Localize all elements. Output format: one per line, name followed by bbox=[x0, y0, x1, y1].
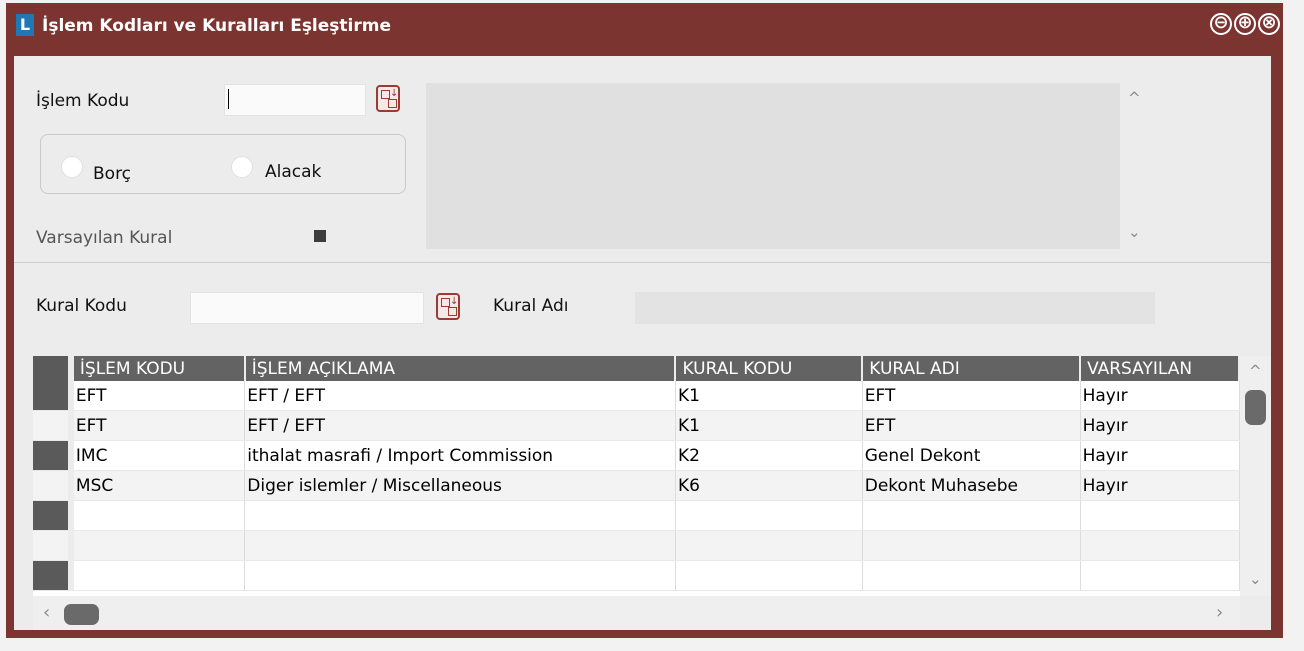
column-header[interactable]: VARSAYILAN bbox=[1080, 356, 1240, 381]
kural-kodu-label: Kural Kodu bbox=[36, 296, 127, 316]
app-logo-icon: L bbox=[16, 14, 34, 36]
data-grid[interactable]: İŞLEM KODU İŞLEM AÇIKLAMA KURAL KODU KUR… bbox=[33, 356, 1240, 596]
kural-adi-label: Kural Adı bbox=[493, 296, 569, 316]
table-cell[interactable]: EFT bbox=[862, 381, 1081, 411]
grid-horizontal-scrollbar[interactable]: ‹ › bbox=[33, 596, 1240, 630]
row-indicator[interactable] bbox=[33, 440, 74, 471]
scroll-up-icon[interactable]: ^ bbox=[1128, 89, 1141, 107]
table-cell[interactable] bbox=[70, 500, 246, 531]
dialog-window: L İşlem Kodları ve Kuralları Eşleştirme … bbox=[6, 3, 1283, 638]
aciklama-memo[interactable] bbox=[426, 83, 1120, 249]
table-cell[interactable] bbox=[862, 530, 1081, 561]
islem-kodu-label: İşlem Kodu bbox=[36, 91, 130, 111]
table-cell[interactable] bbox=[70, 530, 246, 561]
table-cell[interactable] bbox=[675, 560, 863, 591]
table-cell[interactable] bbox=[862, 560, 1081, 591]
table-cell[interactable] bbox=[1080, 500, 1240, 531]
islem-kodu-lookup-button[interactable]: ↓ bbox=[376, 85, 400, 112]
islem-kodu-input[interactable] bbox=[224, 84, 366, 116]
table-row[interactable] bbox=[33, 560, 1240, 591]
table-cell[interactable]: Genel Dekont bbox=[862, 440, 1081, 471]
row-indicator[interactable] bbox=[33, 500, 74, 531]
dialog-content: İşlem Kodu ↓ Borç Alacak Varsayılan Kura… bbox=[14, 56, 1271, 630]
table-row[interactable] bbox=[33, 530, 1240, 561]
borc-alacak-group: Borç Alacak bbox=[40, 134, 406, 194]
table-cell[interactable]: Hayır bbox=[1080, 410, 1240, 441]
table-cell[interactable]: MSC bbox=[70, 470, 246, 501]
alacak-radio[interactable] bbox=[231, 156, 253, 178]
column-header[interactable]: İŞLEM AÇIKLAMA bbox=[244, 356, 677, 381]
table-cell[interactable]: ithalat masrafi / Import Commission bbox=[244, 440, 676, 471]
row-indicator[interactable] bbox=[33, 410, 74, 441]
scroll-down-icon[interactable]: ⌄ bbox=[1128, 223, 1141, 241]
table-cell[interactable] bbox=[70, 560, 246, 591]
table-cell[interactable] bbox=[1080, 560, 1240, 591]
varsayilan-kural-checkbox[interactable] bbox=[314, 230, 326, 242]
table-cell[interactable]: Hayır bbox=[1080, 381, 1240, 411]
close-button[interactable]: ⊗ bbox=[1258, 13, 1280, 35]
kural-kodu-lookup-button[interactable]: ↓ bbox=[436, 293, 460, 320]
grid-header-row: İŞLEM KODU İŞLEM AÇIKLAMA KURAL KODU KUR… bbox=[33, 356, 1240, 381]
table-cell[interactable] bbox=[244, 500, 676, 531]
table-cell[interactable] bbox=[862, 500, 1081, 531]
row-indicator[interactable] bbox=[33, 470, 74, 501]
window-title: İşlem Kodları ve Kuralları Eşleştirme bbox=[42, 16, 391, 36]
scroll-up-icon[interactable]: ^ bbox=[1249, 362, 1262, 380]
table-cell[interactable]: EFT / EFT bbox=[244, 381, 676, 411]
table-cell[interactable] bbox=[675, 500, 863, 531]
table-cell[interactable]: EFT bbox=[70, 410, 246, 441]
row-indicator[interactable] bbox=[33, 530, 74, 561]
horizontal-scroll-thumb[interactable] bbox=[64, 604, 99, 625]
column-header[interactable]: İŞLEM KODU bbox=[70, 356, 246, 381]
table-cell[interactable]: IMC bbox=[70, 440, 246, 471]
text-caret bbox=[228, 89, 229, 109]
lookup-icon bbox=[441, 298, 450, 307]
maximize-button[interactable]: ⊕ bbox=[1234, 13, 1256, 35]
table-cell[interactable]: EFT bbox=[862, 410, 1081, 441]
table-cell[interactable]: Hayır bbox=[1080, 470, 1240, 501]
table-cell[interactable] bbox=[1080, 530, 1240, 561]
table-cell[interactable]: K1 bbox=[675, 381, 863, 411]
table-cell[interactable]: K6 bbox=[675, 470, 863, 501]
grid-vertical-scrollbar[interactable]: ^ ⌄ bbox=[1240, 356, 1271, 596]
alacak-label: Alacak bbox=[265, 162, 322, 182]
scroll-down-icon[interactable]: ⌄ bbox=[1249, 570, 1262, 588]
row-indicator-header bbox=[33, 356, 74, 381]
scroll-right-icon[interactable]: › bbox=[1216, 602, 1223, 623]
table-cell[interactable]: K1 bbox=[675, 410, 863, 441]
column-header[interactable]: KURAL ADI bbox=[862, 356, 1082, 381]
table-cell[interactable]: EFT / EFT bbox=[244, 410, 676, 441]
table-cell[interactable] bbox=[244, 530, 676, 561]
table-row[interactable] bbox=[33, 500, 1240, 531]
varsayilan-kural-label: Varsayılan Kural bbox=[36, 228, 173, 248]
section-divider bbox=[14, 262, 1271, 263]
table-row[interactable]: EFT EFT / EFT K1 EFT Hayır bbox=[33, 410, 1240, 441]
table-cell[interactable]: K2 bbox=[675, 440, 863, 471]
memo-scrollbar[interactable]: ^ ⌄ bbox=[1120, 83, 1147, 249]
vertical-scroll-thumb[interactable] bbox=[1245, 390, 1266, 425]
kural-kodu-input[interactable] bbox=[190, 292, 424, 324]
table-cell[interactable]: Hayır bbox=[1080, 440, 1240, 471]
lookup-icon bbox=[381, 90, 390, 99]
row-indicator[interactable] bbox=[33, 560, 74, 591]
minimize-button[interactable]: ⊖ bbox=[1210, 13, 1232, 35]
table-cell[interactable]: Diger islemler / Miscellaneous bbox=[244, 470, 676, 501]
table-row[interactable]: EFT EFT / EFT K1 EFT Hayır bbox=[33, 381, 1240, 411]
table-cell[interactable] bbox=[244, 560, 676, 591]
borc-label: Borç bbox=[93, 164, 132, 184]
scroll-left-icon[interactable]: ‹ bbox=[43, 602, 50, 623]
title-bar[interactable]: L İşlem Kodları ve Kuralları Eşleştirme … bbox=[6, 3, 1283, 51]
kural-adi-input[interactable] bbox=[635, 292, 1155, 324]
table-cell[interactable] bbox=[675, 530, 863, 561]
table-cell[interactable]: Dekont Muhasebe bbox=[862, 470, 1081, 501]
column-header[interactable]: KURAL KODU bbox=[675, 356, 864, 381]
table-cell[interactable]: EFT bbox=[70, 381, 246, 411]
table-row[interactable]: MSC Diger islemler / Miscellaneous K6 De… bbox=[33, 470, 1240, 501]
row-indicator[interactable] bbox=[33, 381, 74, 411]
borc-radio[interactable] bbox=[61, 156, 83, 178]
table-row[interactable]: IMC ithalat masrafi / Import Commission … bbox=[33, 440, 1240, 471]
